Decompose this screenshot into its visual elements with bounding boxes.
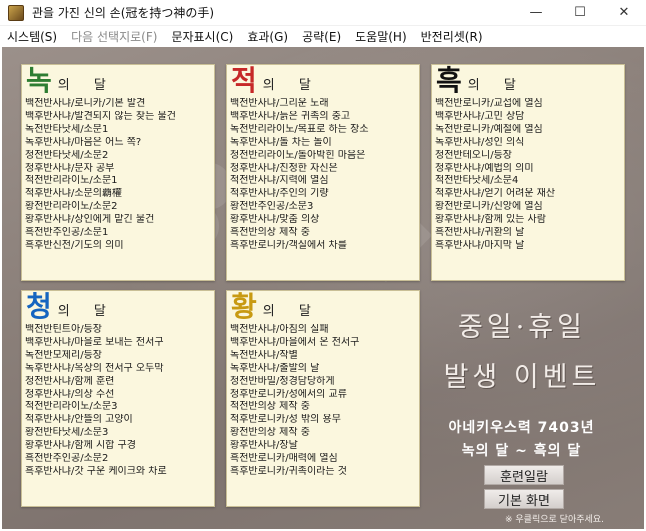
event-item[interactable]: 흑후반신전/기도의 의미 bbox=[22, 240, 214, 253]
event-item[interactable]: 적전반사냐/지력에 열심 bbox=[227, 175, 419, 188]
event-item[interactable]: 황후반사냐/맞춤 의상 bbox=[227, 214, 419, 227]
event-item[interactable]: 백후반사냐/늙은 귀족의 충고 bbox=[227, 111, 419, 124]
event-item[interactable]: 황전반로니카/신앙에 열심 bbox=[432, 201, 624, 214]
event-item[interactable]: 황후반사냐/장날 bbox=[227, 440, 419, 453]
app-icon bbox=[8, 4, 24, 21]
month-char-green: 녹 bbox=[26, 64, 52, 97]
menu-help[interactable]: 도움말(H) bbox=[348, 28, 414, 45]
menu-walkthrough[interactable]: 공략(E) bbox=[295, 28, 348, 45]
event-item[interactable]: 흑전반사냐/귀환의 날 bbox=[432, 227, 624, 240]
event-item[interactable]: 백전반사냐/그리운 노래 bbox=[227, 98, 419, 111]
event-item[interactable]: 적전반리라이노/소문1 bbox=[22, 175, 214, 188]
panel-blue-month: 청 의 달 백전반틴트아/등장 백후반사냐/마을로 보내는 전서구 녹전반모제리… bbox=[21, 290, 215, 507]
event-item[interactable]: 백후반사냐/발견되지 않는 찾는 물건 bbox=[22, 111, 214, 124]
event-item[interactable]: 백전반사냐/로니카/기본 발견 bbox=[22, 98, 214, 111]
panel-red-month: 적 의 달 백전반사냐/그리운 노래 백후반사냐/늙은 귀족의 충고 녹전반리라… bbox=[226, 64, 420, 281]
event-item[interactable]: 청후반사냐/문자 공부 bbox=[22, 163, 214, 176]
event-item[interactable]: 녹후반사냐/돌 차는 놀이 bbox=[227, 137, 419, 150]
event-item[interactable]: 백후반사냐/마을로 보내는 전서구 bbox=[22, 337, 214, 350]
event-item[interactable]: 녹후반사냐/마음은 어느 쪽? bbox=[22, 137, 214, 150]
event-item[interactable]: 청후반사냐/의상 수선 bbox=[22, 389, 214, 402]
event-item[interactable]: 적전반의상 제작 중 bbox=[227, 401, 419, 414]
event-item[interactable]: 청후반사냐/예법의 의미 bbox=[432, 163, 624, 176]
promo-title-line2: 발생 이벤트 bbox=[443, 362, 601, 393]
month-char-blue: 청 bbox=[26, 290, 52, 323]
event-item[interactable]: 녹전반로니카/예절에 열심 bbox=[432, 124, 624, 137]
event-item[interactable]: 흑후반사냐/갓 구운 케이크와 차로 bbox=[22, 466, 214, 479]
close-button[interactable]: ✕ bbox=[602, 0, 646, 26]
event-item[interactable]: 황전반주인공/소문3 bbox=[227, 201, 419, 214]
maximize-button[interactable]: ☐ bbox=[558, 0, 602, 26]
event-item[interactable]: 청전반사냐/함께 훈련 bbox=[22, 376, 214, 389]
event-item[interactable]: 청후반로니카/성에서의 교류 bbox=[227, 389, 419, 402]
event-item[interactable]: 적전반타낫세/소문4 bbox=[432, 175, 624, 188]
event-item[interactable]: 황전반의상 제작 중 bbox=[227, 427, 419, 440]
event-item[interactable]: 녹전반타낫세/소문1 bbox=[22, 124, 214, 137]
event-item[interactable]: 적후반사냐/안뜰의 고양이 bbox=[22, 414, 214, 427]
title-bar: 관을 가진 신의 손(冠を持つ神の手) — ☐ ✕ bbox=[0, 0, 646, 26]
month-label: 의 달 bbox=[467, 78, 526, 93]
month-label: 의 달 bbox=[262, 78, 321, 93]
menu-effects[interactable]: 효과(G) bbox=[240, 28, 295, 45]
event-item[interactable]: 백후반사냐/마을에서 온 전서구 bbox=[227, 337, 419, 350]
event-item[interactable]: 황후반사냐/함께 있는 사람 bbox=[432, 214, 624, 227]
event-item[interactable]: 흑전반주인공/소문1 bbox=[22, 227, 214, 240]
event-item[interactable]: 적후반사냐/주인의 기량 bbox=[227, 188, 419, 201]
event-item[interactable]: 녹전반리라이노/목표로 하는 장소 bbox=[227, 124, 419, 137]
event-item[interactable]: 적후반사냐/얻기 어려운 재산 bbox=[432, 188, 624, 201]
event-item[interactable]: 녹후반사냐/출발의 날 bbox=[227, 363, 419, 376]
event-item[interactable]: 청전반리라이노/돌아박힌 마음은 bbox=[227, 150, 419, 163]
event-item[interactable]: 녹전반사냐/작별 bbox=[227, 350, 419, 363]
month-label: 의 달 bbox=[57, 304, 116, 319]
event-item[interactable]: 흑전반로니카/매력에 열심 bbox=[227, 453, 419, 466]
month-label: 의 달 bbox=[262, 304, 321, 319]
month-char-black: 흑 bbox=[436, 64, 462, 97]
event-item[interactable]: 황전반리라이노/소문2 bbox=[22, 201, 214, 214]
training-list-button[interactable]: 훈련일람 bbox=[484, 465, 564, 485]
event-item[interactable]: 흑후반로니카/귀족이라는 것 bbox=[227, 466, 419, 479]
panel-green-month: 녹 의 달 백전반사냐/로니카/기본 발견 백후반사냐/발견되지 않는 찾는 물… bbox=[21, 64, 215, 281]
promo-title-line1: 중일·휴일 bbox=[458, 312, 586, 343]
game-area: ✿ ❖ 녹 의 달 백전반사냐/로니카/기본 발견 백후반사냐/발견되지 않는 … bbox=[2, 47, 644, 529]
calendar-year: 아네키우스력 7403년 bbox=[448, 420, 595, 436]
event-item[interactable]: 청후반사냐/진정한 자신은 bbox=[227, 163, 419, 176]
panel-yellow-month: 황 의 달 백전반사냐/아침의 실패 백후반사냐/마을에서 온 전서구 녹전반사… bbox=[226, 290, 420, 507]
panel-black-month: 흑 의 달 백전반로니카/교섭에 열심 백후반사냐/고민 상담 녹전반로니카/예… bbox=[431, 64, 625, 281]
event-item[interactable]: 녹후반사냐/옥상의 전서구 오두막 bbox=[22, 363, 214, 376]
month-range: 녹의 달 ~ 흑의 달 bbox=[461, 443, 582, 459]
month-label: 의 달 bbox=[57, 78, 116, 93]
menu-next-choice[interactable]: 다음 선택지로(F) bbox=[64, 28, 164, 45]
event-item[interactable]: 청전반바밀/정경담당하게 bbox=[227, 376, 419, 389]
event-item[interactable]: 흑후반로니카/객실에서 차를 bbox=[227, 240, 419, 253]
event-item[interactable]: 청전반타낫세/소문2 bbox=[22, 150, 214, 163]
menu-text-display[interactable]: 문자표시(C) bbox=[164, 28, 240, 45]
menu-reverse-reset[interactable]: 반전리셋(R) bbox=[414, 28, 490, 45]
menu-bar: 시스템(S) 다음 선택지로(F) 문자표시(C) 효과(G) 공략(E) 도움… bbox=[0, 26, 646, 46]
event-item[interactable]: 흑후반사냐/마지막 날 bbox=[432, 240, 624, 253]
month-char-red: 적 bbox=[231, 64, 257, 97]
event-item[interactable]: 황전반타낫세/소문3 bbox=[22, 427, 214, 440]
event-item[interactable]: 백전반사냐/아침의 실패 bbox=[227, 324, 419, 337]
minimize-button[interactable]: — bbox=[514, 0, 558, 26]
event-item[interactable]: 황후반사냐/함께 시합 구경 bbox=[22, 440, 214, 453]
event-item[interactable]: 백전반로니카/교섭에 열심 bbox=[432, 98, 624, 111]
event-item[interactable]: 적후반로니카/성 밖의 용무 bbox=[227, 414, 419, 427]
window-title: 관을 가진 신의 손(冠を持つ神の手) bbox=[32, 6, 215, 20]
event-item[interactable]: 녹후반사냐/성인 의식 bbox=[432, 137, 624, 150]
event-item[interactable]: 적후반사냐/소문의覇權 bbox=[22, 188, 214, 201]
close-hint: ※ 우클릭으로 닫아주세요. bbox=[505, 515, 604, 525]
event-item[interactable]: 백전반틴트아/등장 bbox=[22, 324, 214, 337]
event-item[interactable]: 흑전반주인공/소문2 bbox=[22, 453, 214, 466]
event-item[interactable]: 흑전반의상 제작 중 bbox=[227, 227, 419, 240]
event-item[interactable]: 백후반사냐/고민 상담 bbox=[432, 111, 624, 124]
month-char-yellow: 황 bbox=[231, 290, 257, 323]
event-item[interactable]: 적전반리라이노/소문3 bbox=[22, 401, 214, 414]
main-screen-button[interactable]: 기본 화면 bbox=[484, 489, 564, 509]
menu-system[interactable]: 시스템(S) bbox=[0, 28, 64, 45]
event-item[interactable]: 녹전반모제리/등장 bbox=[22, 350, 214, 363]
event-item[interactable]: 청전반테오니/등장 bbox=[432, 150, 624, 163]
event-item[interactable]: 황후반사냐/상인에게 맡긴 물건 bbox=[22, 214, 214, 227]
